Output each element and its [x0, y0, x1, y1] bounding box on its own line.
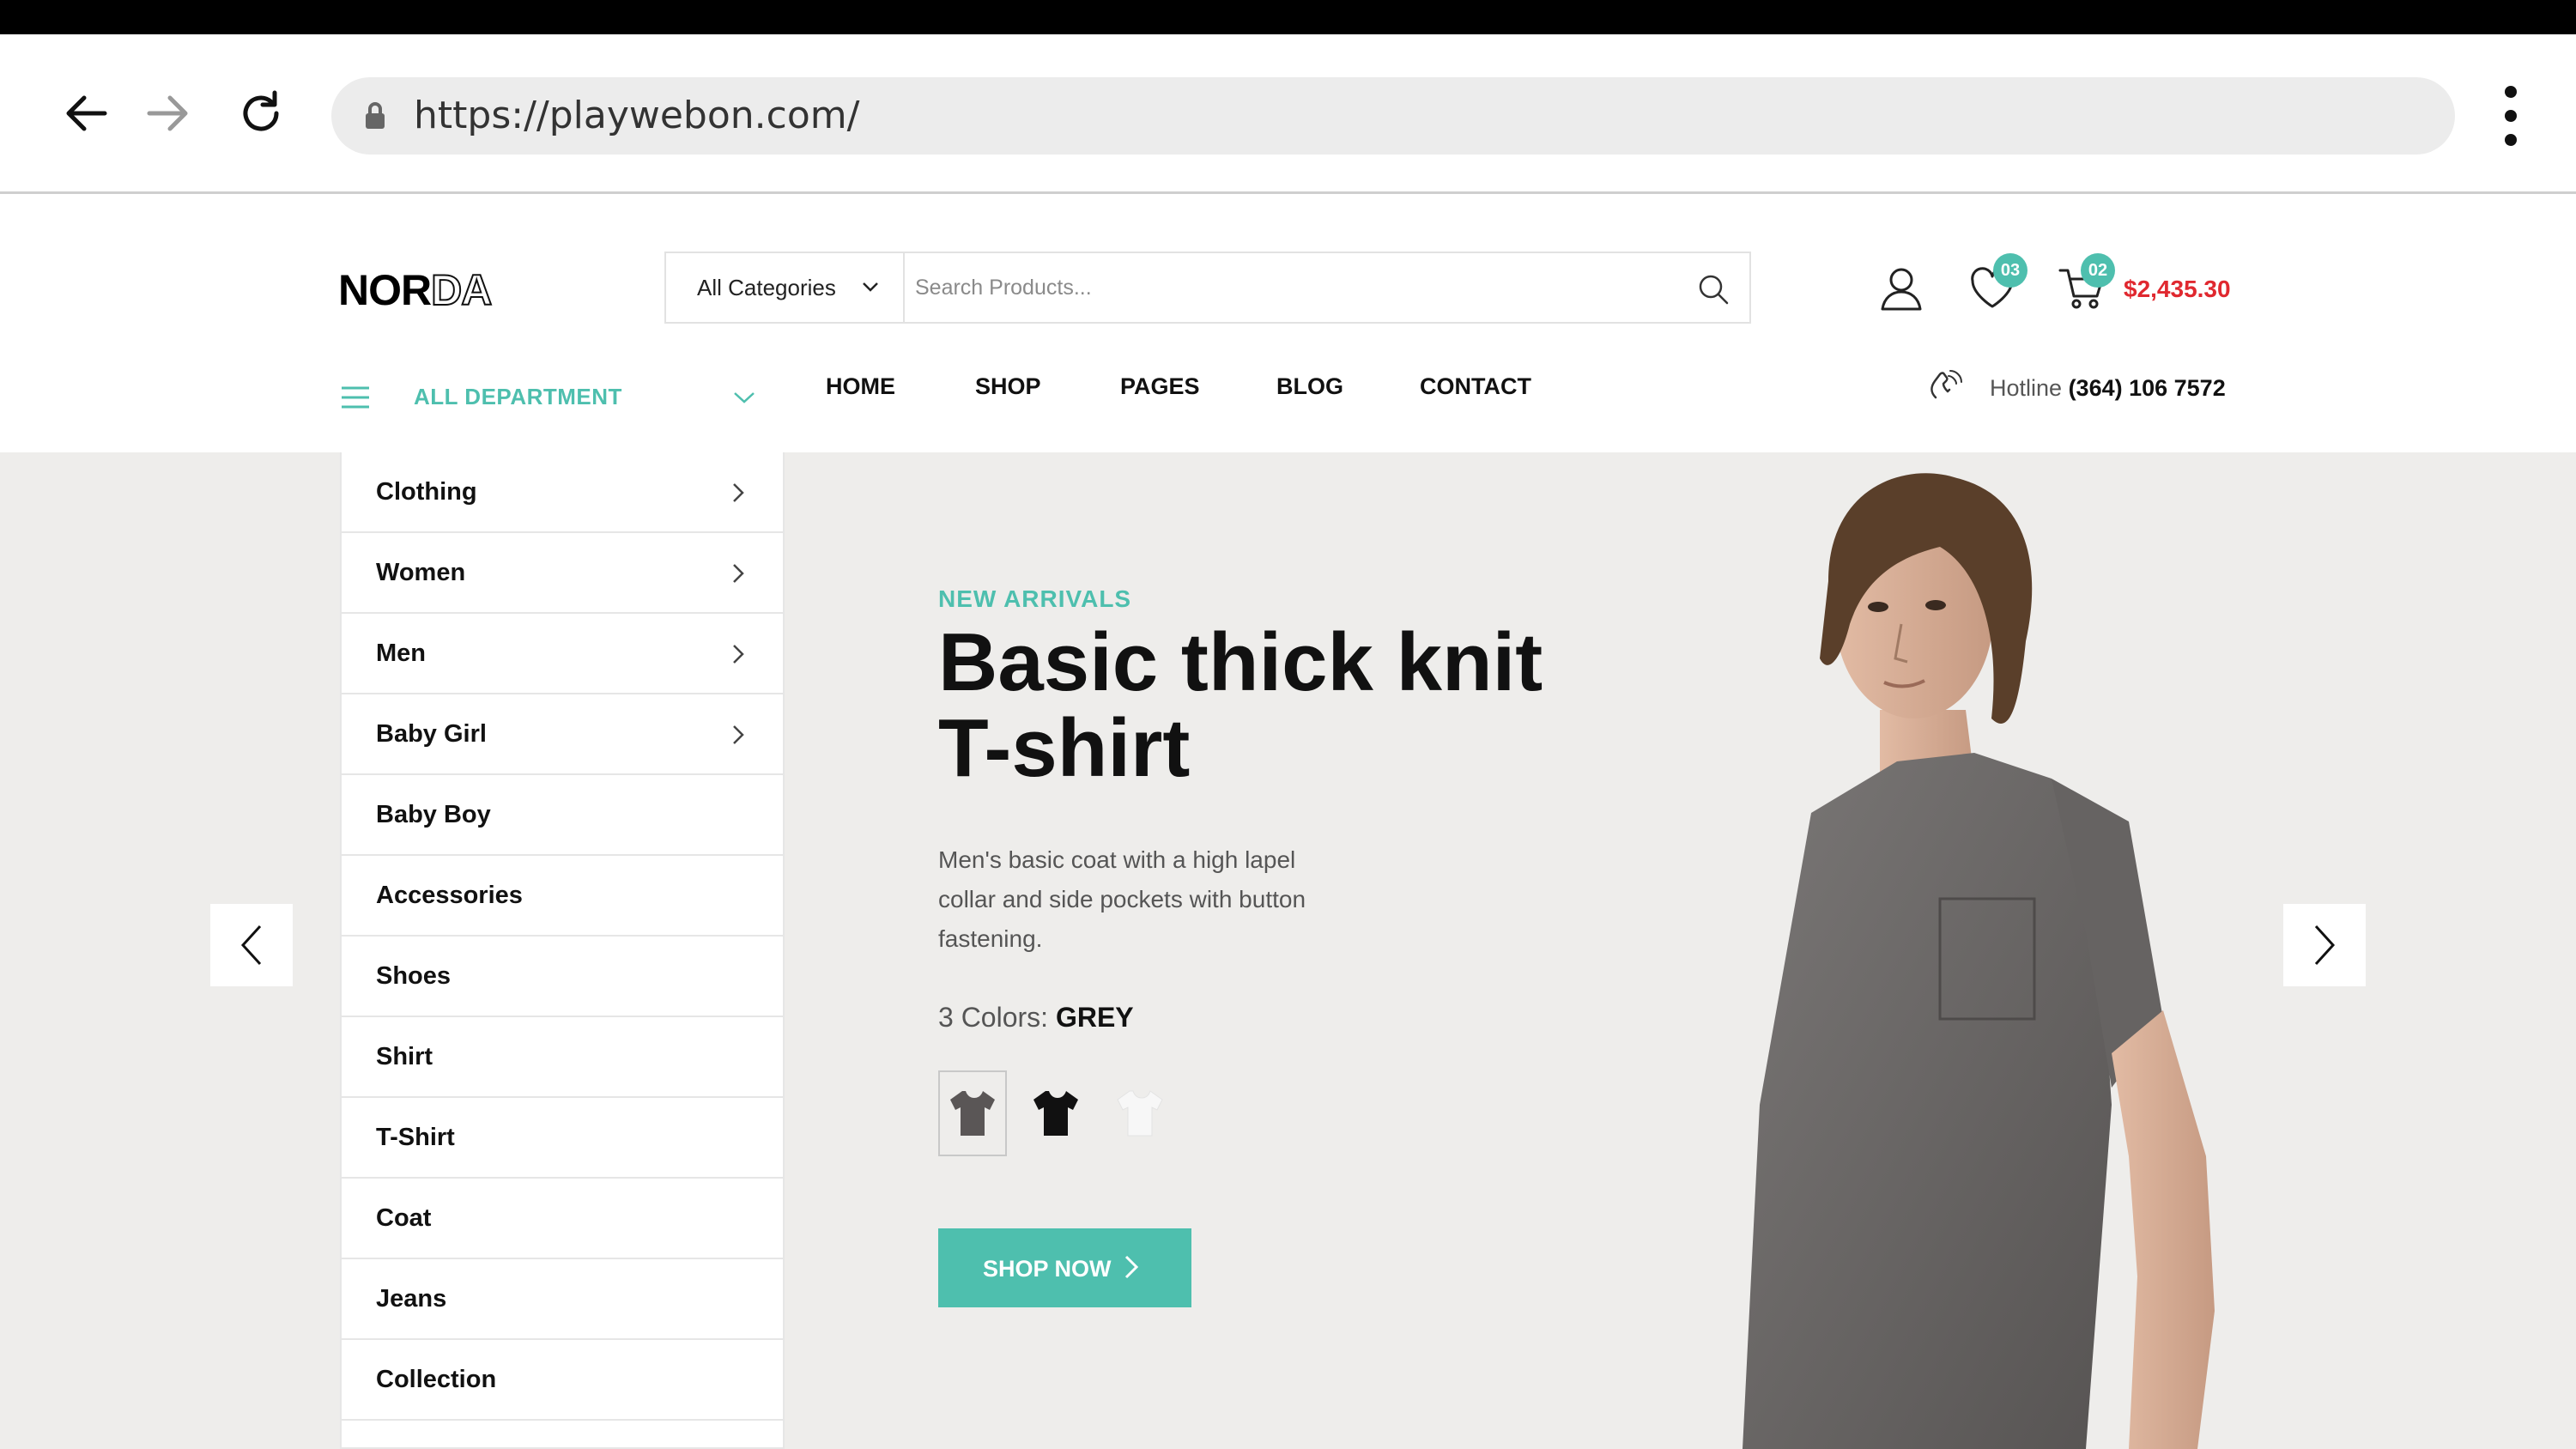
hero-slider: Clothing Women Men Baby Girl Baby Boy Accesso… — [0, 452, 2576, 1449]
category-item[interactable]: Women — [342, 533, 783, 614]
tshirt-grey-icon — [950, 1091, 995, 1136]
tshirt-black-icon — [1033, 1091, 1078, 1136]
back-arrow-icon[interactable] — [45, 72, 127, 155]
tshirt-white-icon — [1117, 1090, 1163, 1137]
all-department-label: ALL DEPARTMENT — [414, 384, 622, 409]
category-item[interactable]: Baby Girl — [342, 694, 783, 775]
chevron-right-icon — [733, 725, 744, 744]
chevron-down-icon — [734, 392, 755, 403]
nav-contact[interactable]: CONTACT — [1420, 373, 1531, 400]
chevron-right-icon — [733, 645, 744, 664]
category-item-label: Men — [376, 640, 426, 667]
chevron-left-icon — [240, 925, 262, 966]
category-item[interactable]: Baby Boy — [342, 775, 783, 856]
shop-now-label: SHOP NOW — [983, 1256, 1112, 1282]
color-swatch-black[interactable] — [1021, 1070, 1090, 1156]
chevron-right-icon — [733, 483, 744, 502]
nav-shop[interactable]: SHOP — [975, 373, 1041, 400]
lock-icon — [364, 101, 386, 135]
forward-arrow-icon[interactable] — [127, 72, 209, 155]
phone-icon — [1930, 370, 1962, 399]
shop-now-button[interactable]: SHOP NOW — [938, 1228, 1191, 1307]
more-vert-icon[interactable] — [2489, 77, 2532, 155]
nav-pages[interactable]: PAGES — [1120, 373, 1200, 400]
hero-description-line-2: collar and side pockets with button — [938, 886, 1306, 912]
cart-total[interactable]: $2,435.30 — [2124, 276, 2231, 303]
all-department-toggle[interactable]: ALL DEPARTMENT — [340, 368, 769, 423]
category-item-label: Shoes — [376, 962, 452, 990]
category-item[interactable]: Coat — [342, 1179, 783, 1259]
user-account-icon[interactable] — [1871, 258, 1931, 318]
search-bar: All Categories — [664, 252, 1751, 324]
search-input[interactable] — [915, 253, 1670, 322]
wishlist-count-badge: 03 — [1993, 253, 2027, 288]
address-bar[interactable]: https://playwebon.com/ — [331, 77, 2455, 155]
nav-blog[interactable]: BLOG — [1276, 373, 1343, 400]
category-select[interactable]: All Categories — [666, 253, 905, 322]
category-item-label: Women — [376, 559, 466, 586]
site-logo[interactable]: NORDA — [338, 265, 493, 315]
category-item[interactable]: Jeans — [342, 1259, 783, 1340]
hero-description-line-1: Men's basic coat with a high lapel — [938, 846, 1296, 873]
category-item[interactable]: Clothing — [342, 452, 783, 533]
chevron-down-icon — [863, 282, 878, 292]
browser-toolbar: https://playwebon.com/ — [0, 34, 2576, 194]
url-text: https://playwebon.com/ — [414, 94, 860, 137]
search-icon[interactable] — [1689, 265, 1737, 313]
category-menu: Clothing Women Men Baby Girl Baby Boy Accesso… — [340, 452, 785, 1449]
slider-prev-button[interactable] — [210, 904, 293, 986]
category-item-label: Jeans — [376, 1285, 447, 1313]
site-header: NORDA All Categories 03 02 $2,435.30 ALL… — [0, 197, 2576, 452]
category-item-label: T-Shirt — [376, 1124, 455, 1151]
hero-description-line-3: fastening. — [938, 925, 1043, 952]
cart-count-badge: 02 — [2081, 253, 2115, 288]
category-item-label: Shirt — [376, 1043, 433, 1070]
category-item-label: Baby Girl — [376, 720, 487, 748]
chevron-right-icon — [1124, 1255, 1139, 1279]
nav-home[interactable]: HOME — [826, 373, 895, 400]
category-item-label: Clothing — [376, 478, 477, 506]
category-item[interactable]: Shoes — [342, 937, 783, 1017]
category-item[interactable]: T-Shirt — [342, 1098, 783, 1179]
selected-color: GREY — [1055, 1002, 1134, 1033]
color-swatch-grey[interactable] — [938, 1070, 1007, 1156]
category-item-label: Baby Boy — [376, 801, 491, 828]
hotline-number[interactable]: (364) 106 7572 — [2069, 375, 2226, 401]
category-item-label: Coat — [376, 1204, 432, 1232]
category-item[interactable]: Men — [342, 614, 783, 694]
logo-outline-text: DA — [430, 265, 493, 315]
color-swatch-white[interactable] — [1106, 1070, 1174, 1156]
hamburger-menu-icon — [342, 386, 369, 409]
reload-icon[interactable] — [220, 72, 302, 155]
category-item-label: Collection — [376, 1366, 497, 1393]
slider-next-button[interactable] — [2283, 904, 2366, 986]
chevron-right-icon — [733, 564, 744, 583]
category-item[interactable]: Shirt — [342, 1017, 783, 1098]
hero-title-line-1: Basic thick knit — [938, 616, 1543, 708]
color-count: 3 Colors: GREY — [938, 1002, 1134, 1034]
category-item[interactable]: Accessories — [342, 856, 783, 937]
hero-subtitle: NEW ARRIVALS — [938, 585, 1132, 612]
category-item[interactable]: Collection — [342, 1340, 783, 1421]
hotline-label: Hotline — [1990, 375, 2063, 401]
category-item-label: Accessories — [376, 882, 523, 909]
status-bar — [0, 0, 2576, 34]
hero-title-line-2: T-shirt — [938, 702, 1191, 794]
chevron-right-icon — [2314, 925, 2336, 966]
category-select-label: All Categories — [697, 275, 836, 300]
hero-model-image — [1682, 452, 2300, 1449]
colors-label: 3 Colors: — [938, 1002, 1049, 1033]
logo-bold-text: NOR — [338, 266, 432, 314]
